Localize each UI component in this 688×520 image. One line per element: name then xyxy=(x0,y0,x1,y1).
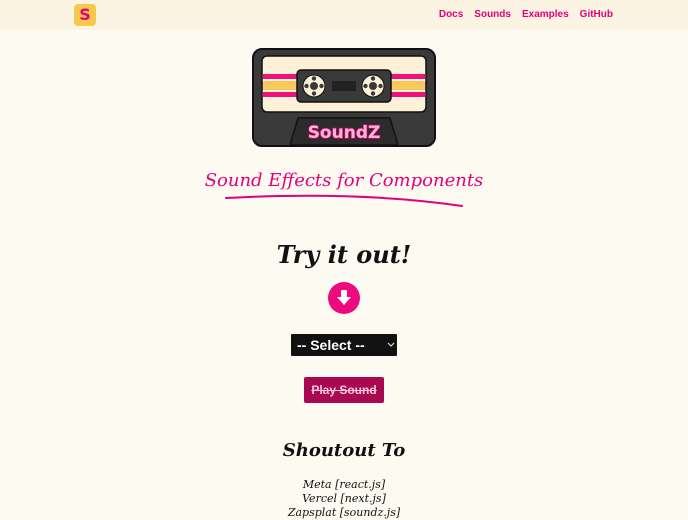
nav-link-github[interactable]: GitHub xyxy=(580,9,613,21)
shoutout-title: Shoutout To xyxy=(282,440,406,461)
navbar: S Docs Sounds Examples GitHub xyxy=(0,0,688,30)
nav-link-sounds[interactable]: Sounds xyxy=(474,9,511,21)
tape-window xyxy=(332,81,356,91)
try-it-title: Try it out! xyxy=(276,240,412,269)
nav-link-examples[interactable]: Examples xyxy=(522,9,569,21)
shoutout-item: Meta [react.js] xyxy=(302,478,386,491)
brand-label: SoundZ xyxy=(308,123,381,143)
arrow-down-icon xyxy=(337,290,351,305)
sound-select[interactable]: -- Select -- xyxy=(291,334,397,356)
nav-link-docs[interactable]: Docs xyxy=(439,9,463,21)
left-reel xyxy=(302,74,326,98)
tagline-underline xyxy=(225,194,463,207)
shoutout-item: Vercel [next.js] xyxy=(302,492,386,505)
shoutout-list: Meta [react.js] Vercel [next.js] Zapspla… xyxy=(0,478,688,520)
nav-links: Docs Sounds Examples GitHub xyxy=(439,9,613,21)
logo[interactable]: S xyxy=(74,4,96,26)
play-sound-button[interactable]: Play Sound xyxy=(304,377,384,403)
tagline: Sound Effects for Components xyxy=(204,170,484,191)
shoutout-item: Zapsplat [soundz.js] xyxy=(287,506,401,519)
arrow-down-button[interactable] xyxy=(328,282,360,314)
cassette-illustration: SoundZ xyxy=(252,48,436,147)
logo-letter: S xyxy=(79,5,91,24)
right-reel xyxy=(361,74,385,98)
